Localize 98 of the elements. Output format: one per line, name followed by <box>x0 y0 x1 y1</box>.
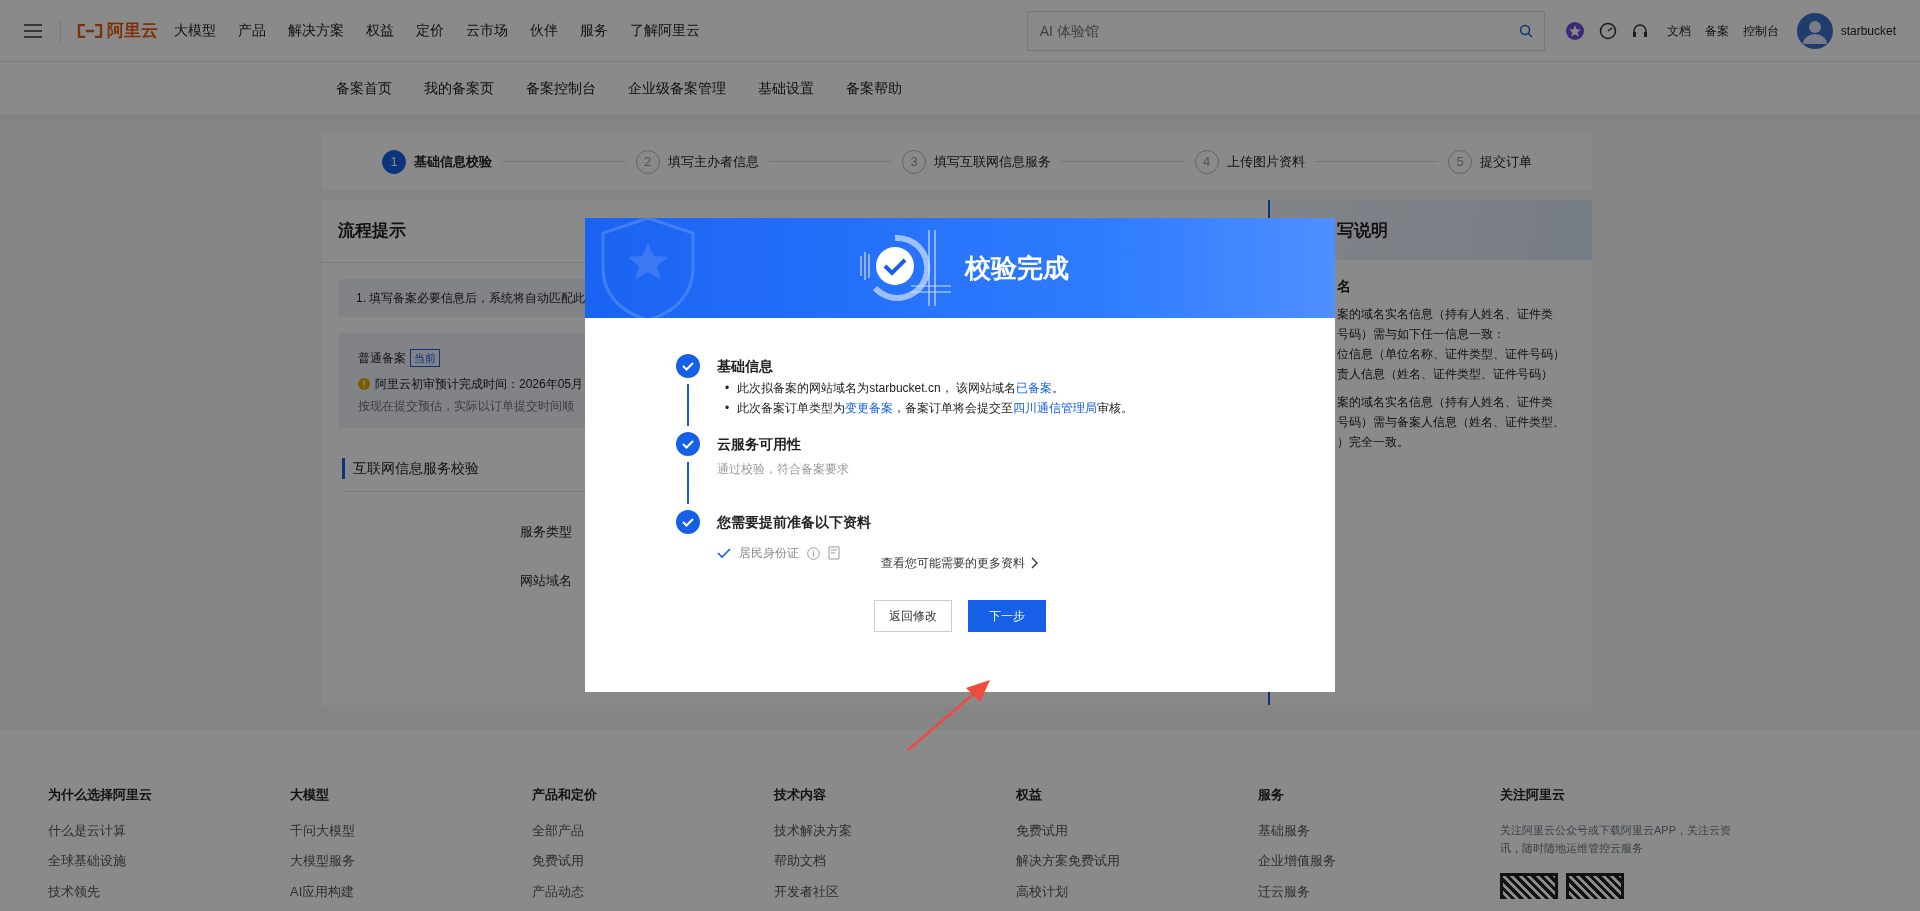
menu-icon <box>24 23 42 38</box>
subnav-link[interactable]: 备案帮助 <box>846 78 902 99</box>
check-title: 云服务可用性 <box>717 435 802 454</box>
search-icon <box>1518 23 1533 38</box>
eta-label: 阿里云初审预计完成时间： <box>375 376 519 393</box>
footer-heading: 服务 <box>1258 786 1285 804</box>
footer-heading: 为什么选择阿里云 <box>48 786 153 804</box>
footer-heading: 产品和定价 <box>532 786 598 804</box>
footer-link[interactable]: 企业增值服务 <box>1258 851 1500 871</box>
nav-link[interactable]: 伙伴 <box>530 20 558 41</box>
subnav-link[interactable]: 我的备案页 <box>424 78 494 99</box>
subnav-link[interactable]: 基础设置 <box>758 78 814 99</box>
help-text: 责人信息（姓名、证件类型、证件号码） <box>1337 366 1554 383</box>
footer-link[interactable]: 全部产品 <box>532 820 774 840</box>
footer-link[interactable]: 基础服务 <box>1258 820 1500 840</box>
footer-link[interactable]: 解决方案免费试用 <box>1016 851 1258 871</box>
nav-link[interactable]: 产品 <box>238 20 266 41</box>
step-label[interactable]: 上传图片资料 <box>1226 151 1305 172</box>
qr-code <box>1566 872 1624 899</box>
step-label[interactable]: 填写互联网信息服务 <box>934 151 1051 172</box>
step-number: 1 <box>382 149 406 174</box>
footer-heading: 权益 <box>1016 786 1043 804</box>
footer-link[interactable]: 迁云服务 <box>1258 881 1500 901</box>
help-text: 号码）需与备案人信息（姓名、证件类型、 <box>1337 414 1566 431</box>
document-name: 居民身份证 <box>739 545 799 562</box>
chevron-right-icon <box>1031 557 1039 569</box>
footer-link[interactable]: 大模型服务 <box>290 851 532 871</box>
username[interactable]: starbucket <box>1840 21 1896 40</box>
footer-link[interactable]: 产品动态 <box>532 881 774 901</box>
inline-link[interactable]: 变更备案 <box>845 401 894 415</box>
more-link[interactable]: 查看您可能需要的更多资料 <box>881 554 1025 572</box>
nav-link[interactable]: 大模型 <box>174 20 216 41</box>
footer-link[interactable]: 帮助文档 <box>774 851 1016 871</box>
nav-link[interactable]: 控制台 <box>1742 21 1779 40</box>
help-text: 案的域名实名信息（持有人姓名、证件类 <box>1337 394 1554 411</box>
step-label[interactable]: 基础信息校验 <box>414 151 492 172</box>
check-note: 通过校验，符合备案要求 <box>717 461 849 478</box>
nav-link[interactable]: 云市场 <box>466 20 508 41</box>
help-text: ）完全一致。 <box>1337 434 1410 451</box>
step-label[interactable]: 填写主办者信息 <box>667 151 759 172</box>
help-text: 号码）需与如下任一信息一致： <box>1337 326 1506 343</box>
footer-link[interactable]: AI应用构建 <box>290 881 532 901</box>
nav-link[interactable]: 服务 <box>580 20 608 41</box>
inline-link[interactable]: 四川通信管理局 <box>1013 401 1098 415</box>
check-circle-icon <box>676 354 700 378</box>
document-icon <box>828 546 840 560</box>
nav-link[interactable]: 文档 <box>1666 21 1691 40</box>
footer-link[interactable]: 全球基础设施 <box>48 851 290 871</box>
help-subtitle: 名 <box>1337 277 1352 296</box>
footer-link[interactable]: 高校计划 <box>1016 881 1258 901</box>
follow-text: 关注阿里云公众号或下载阿里云APP，关注云资讯，随时随地运维管控云服务 <box>1500 822 1732 856</box>
nav-link[interactable]: 定价 <box>416 20 444 41</box>
qr-code <box>1500 872 1558 899</box>
search-field[interactable]: AI 体验馆 <box>1026 10 1545 51</box>
subnav-link[interactable]: 备案控制台 <box>526 78 596 99</box>
bullet-text: 此次拟备案的网站域名为starbucket.cn， 该网站域名 已备案。 <box>737 380 1064 397</box>
nav-link[interactable]: 备案 <box>1704 21 1729 40</box>
eta-note: 按现在提交预估，实际以订单提交时间顺 <box>358 399 574 413</box>
help-text: 案的域名实名信息（持有人姓名、证件类 <box>1337 306 1554 323</box>
avatar-icon <box>1796 12 1833 49</box>
footer-link[interactable]: 免费试用 <box>532 851 774 871</box>
gauge-icon <box>1598 21 1617 40</box>
footer-heading: 大模型 <box>290 786 330 804</box>
current-badge: 当前 <box>410 348 440 367</box>
footer-link[interactable]: 技术领先 <box>48 881 290 901</box>
bullet-text: 此次备案订单类型为变更备案，备案订单将会提交至四川通信管理局审核。 <box>737 400 1134 417</box>
back-button[interactable]: 返回修改 <box>874 600 952 632</box>
plan-name: 普通备案 <box>358 349 406 367</box>
check-title: 基础信息 <box>717 357 774 376</box>
nav-link[interactable]: 了解阿里云 <box>630 20 700 41</box>
step-label[interactable]: 提交订单 <box>1480 151 1532 172</box>
check-circle-icon <box>676 432 700 456</box>
nav-link[interactable]: 解决方案 <box>288 20 344 41</box>
star-circle-icon <box>1564 20 1585 41</box>
bullet-mark: • <box>725 400 730 417</box>
headset-icon <box>1630 21 1649 40</box>
nav-link[interactable]: 权益 <box>366 20 394 41</box>
subnav-link[interactable]: 企业级备案管理 <box>628 78 726 99</box>
check-circle-icon <box>676 510 700 534</box>
footer-heading: 技术内容 <box>774 786 827 804</box>
warning-icon <box>358 378 370 390</box>
footer-link[interactable]: 千问大模型 <box>290 820 532 840</box>
footer-link[interactable]: 技术解决方案 <box>774 820 1016 840</box>
footer-link[interactable]: 开发者社区 <box>774 881 1016 901</box>
check-title: 您需要提前准备以下资料 <box>717 513 871 532</box>
eta-value: 2026年05月 <box>519 376 584 393</box>
footer-link[interactable]: 免费试用 <box>1016 820 1258 840</box>
inline-link[interactable]: 已备案 <box>1015 381 1052 395</box>
next-button[interactable]: 下一步 <box>968 600 1046 632</box>
footer-heading: 关注阿里云 <box>1500 786 1566 804</box>
info-icon <box>807 546 820 560</box>
logo-icon <box>77 23 103 38</box>
field-label: 服务类型 <box>520 523 572 539</box>
field-label: 网站域名 <box>520 573 572 588</box>
help-text: 位信息（单位名称、证件类型、证件号码） <box>1337 346 1566 363</box>
subnav-link[interactable]: 备案首页 <box>336 78 392 99</box>
bullet-mark: • <box>725 380 730 397</box>
footer-link[interactable]: 什么是云计算 <box>48 820 290 840</box>
